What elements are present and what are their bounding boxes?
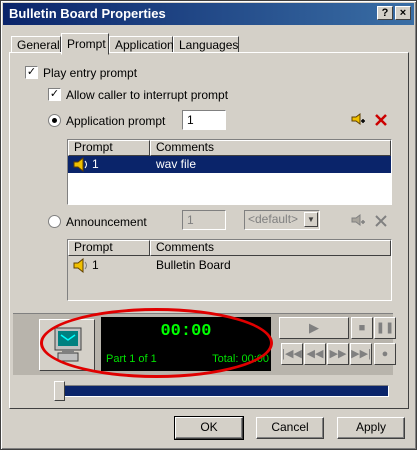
play-entry-label: Play entry prompt [43,66,138,80]
list-item[interactable]: 1 Bulletin Board [68,257,391,274]
tab-prompt[interactable]: Prompt [61,33,109,55]
time-display: 00:00 Part 1 of 1 Total: 00:00 [101,317,271,371]
seek-slider-thumb[interactable] [54,381,65,401]
play-button[interactable]: ▶ [279,317,349,339]
help-button[interactable]: ? [377,6,393,20]
forward-button[interactable]: ▶▶ [327,343,349,365]
add-prompt-icon[interactable] [348,111,366,129]
play-entry-checkbox[interactable]: ✓ [25,66,38,79]
comment-cell: wav file [156,157,197,171]
column-header-comments[interactable]: Comments [150,240,391,256]
prompt-cell: 1 [92,157,99,171]
last-button[interactable]: ▶▶| [350,343,372,365]
language-select-value: <default> [248,212,299,226]
computer-icon [54,327,82,362]
total-time: Total: 00:00 [212,353,269,365]
computer-button[interactable] [39,319,95,371]
application-prompt-input[interactable]: 1 [182,110,226,130]
rewind-button[interactable]: ◀◀ [304,343,326,365]
delete-icon-disabled[interactable] [372,212,390,230]
pause-button[interactable]: ❚❚ [374,317,396,339]
add-prompt-icon-disabled[interactable] [348,212,366,230]
close-button[interactable]: × [395,6,411,20]
speaker-icon [73,258,87,273]
announcement-radio[interactable] [48,215,61,228]
application-prompt-radio[interactable] [48,114,61,127]
properties-dialog: Bulletin Board Properties ? × General Pr… [0,0,417,450]
announcement-language-select[interactable]: <default> ▼ [244,210,320,230]
announcement-list[interactable]: Prompt Comments 1 Bulletin Board [67,239,392,301]
speaker-icon [73,157,87,172]
allow-interrupt-label: Allow caller to interrupt prompt [66,88,229,102]
comment-cell: Bulletin Board [156,258,231,272]
allow-interrupt-checkbox[interactable]: ✓ [48,88,61,101]
window-title: Bulletin Board Properties [9,6,166,21]
column-header-prompt[interactable]: Prompt [68,240,150,256]
announcement-input[interactable]: 1 [182,210,226,230]
apply-button[interactable]: Apply [337,417,405,439]
cancel-button[interactable]: Cancel [256,417,324,439]
part-indicator: Part 1 of 1 [106,353,157,365]
list-item[interactable]: 1 wav file [68,156,391,173]
announcement-label: Announcement [66,215,147,229]
record-button[interactable]: ● [374,343,396,365]
first-button[interactable]: |◀◀ [281,343,303,365]
application-prompt-label: Application prompt [66,114,166,128]
seek-track[interactable] [56,385,389,397]
application-prompt-list[interactable]: Prompt Comments 1 wav file [67,139,392,205]
elapsed-time: 00:00 [160,322,212,341]
column-header-prompt[interactable]: Prompt [68,140,150,156]
column-header-comments[interactable]: Comments [150,140,391,156]
stop-button[interactable]: ■ [351,317,373,339]
ok-button[interactable]: OK [174,416,244,440]
prompt-cell: 1 [92,258,99,272]
title-bar[interactable]: Bulletin Board Properties ? × [3,3,414,25]
chevron-down-icon[interactable]: ▼ [304,212,318,227]
delete-icon[interactable] [372,111,390,129]
